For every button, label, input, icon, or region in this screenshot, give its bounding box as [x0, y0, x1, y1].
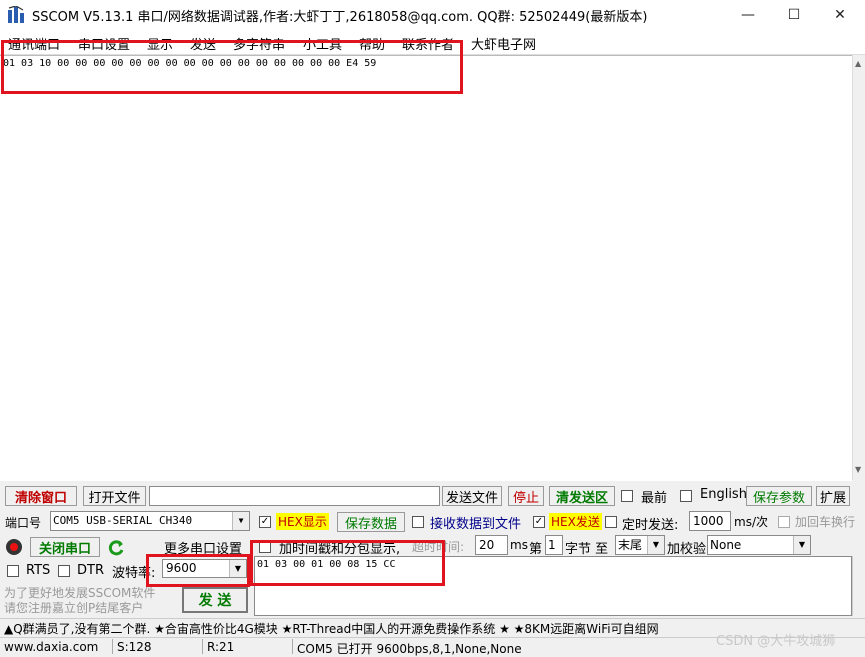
timestamp-label: 加时间戳和分包显示, [279, 542, 401, 557]
hex-send-label: HEX发送 [549, 513, 602, 530]
hex-send-checkbox[interactable]: ✓ [533, 516, 545, 528]
scroll-down-icon[interactable]: ▼ [855, 465, 861, 474]
status-divider [292, 639, 293, 654]
port-label: 端口号 [5, 516, 42, 530]
timeout-unit: ms [510, 538, 528, 552]
window-title: SSCOM V5.13.1 串口/网络数据调试器,作者:大虾丁丁,2618058… [32, 10, 648, 25]
status-divider [202, 639, 203, 654]
watermark: CSDN @大牛攻城狮 [716, 634, 836, 649]
status-sent-count: S:128 [117, 640, 152, 654]
send-button[interactable]: 发 送 [182, 587, 248, 613]
interval-unit: ms/次 [734, 515, 768, 529]
file-path-input[interactable] [149, 486, 440, 506]
send-scrollbar[interactable] [852, 556, 865, 616]
checksum-select[interactable]: None ▼ [707, 535, 811, 555]
chevron-down-icon: ▼ [229, 560, 246, 577]
timed-send-checkbox[interactable] [605, 516, 617, 528]
send-text-area[interactable]: 01 03 00 01 00 08 15 CC [254, 556, 852, 616]
byte-unit-label: 字节 至 [565, 542, 609, 557]
byte-index-label: 第 [529, 542, 543, 557]
status-received-count: R:21 [207, 640, 235, 654]
status-port-state: COM5 已打开 9600bps,8,1,None,None [297, 642, 522, 656]
app-logo-icon [8, 6, 24, 23]
close-icon: ✕ [834, 7, 846, 23]
close-port-button[interactable]: 关闭串口 [30, 537, 100, 557]
maximize-button[interactable]: ☐ [771, 0, 817, 30]
menu-send[interactable]: 发送 [190, 34, 216, 53]
end-value: 末尾 [618, 538, 643, 552]
hex-display-checkbox[interactable]: ✓ [259, 516, 271, 528]
timeout-label: 超时时间: [412, 540, 465, 554]
menu-multi-string[interactable]: 多字符串 [233, 34, 285, 53]
chevron-down-icon: ▼ [647, 536, 664, 554]
menu-comm-port[interactable]: 通讯端口 [8, 34, 60, 53]
clear-send-button[interactable]: 清发送区 [549, 486, 615, 506]
receive-data-text: 01 03 10 00 00 00 00 00 00 00 00 00 00 0… [3, 58, 377, 69]
open-file-button[interactable]: 打开文件 [83, 486, 146, 506]
scroll-up-icon[interactable]: ▲ [855, 59, 861, 68]
port-value: COM5 USB-SERIAL CH340 [53, 514, 193, 527]
send-data-text: 01 03 00 01 00 08 15 CC [257, 559, 396, 570]
menu-daxia-site[interactable]: 大虾电子网 [471, 34, 536, 53]
hex-display-label: HEX显示 [276, 513, 329, 530]
port-status-icon [6, 539, 22, 555]
timeout-input[interactable]: 20 [475, 535, 508, 555]
more-settings-link[interactable]: 更多串口设置 [164, 538, 242, 557]
topmost-checkbox[interactable] [621, 490, 633, 502]
add-crlf-checkbox[interactable] [778, 516, 790, 528]
recv-to-file-label: 接收数据到文件 [430, 517, 522, 532]
refresh-icon[interactable] [106, 538, 126, 558]
send-file-button[interactable]: 发送文件 [442, 486, 502, 506]
baud-select[interactable]: 9600 ▼ [162, 559, 247, 578]
menu-serial-settings[interactable]: 串口设置 [78, 34, 130, 53]
baud-value: 9600 [166, 561, 197, 575]
menu-contact[interactable]: 联系作者 [402, 34, 454, 53]
chevron-down-icon: ▼ [793, 536, 810, 554]
english-label: English [700, 487, 747, 502]
port-select[interactable]: COM5 USB-SERIAL CH340 ▼ [50, 511, 250, 531]
stop-button[interactable]: 停止 [508, 486, 544, 506]
rts-checkbox[interactable] [7, 565, 19, 577]
minimize-button[interactable]: — [725, 0, 771, 30]
checksum-label: 加校验 [667, 542, 707, 557]
dtr-checkbox[interactable] [58, 565, 70, 577]
close-button[interactable]: ✕ [817, 0, 863, 30]
save-params-button[interactable]: 保存参数 [746, 486, 812, 506]
topmost-label: 最前 [641, 491, 668, 506]
recv-to-file-checkbox[interactable] [412, 516, 424, 528]
english-checkbox[interactable] [680, 490, 692, 502]
promo-line-2: 请您注册嘉立创P结尾客户 [4, 601, 144, 615]
timed-send-label: 定时发送: [622, 518, 679, 533]
receive-area[interactable] [0, 55, 852, 481]
ad-text[interactable]: ▲Q群满员了,没有第二个群. ★合宙高性价比4G模块 ★RT-Thread中国人… [4, 620, 659, 637]
receive-scrollbar[interactable]: ▲ ▼ [852, 55, 865, 480]
minimize-icon: — [741, 7, 755, 23]
menu-display[interactable]: 显示 [147, 34, 173, 53]
clear-window-button[interactable]: 清除窗口 [5, 486, 77, 506]
add-crlf-label: 加回车换行 [795, 515, 856, 529]
byte-index-input[interactable]: 1 [545, 535, 563, 555]
menu-tools[interactable]: 小工具 [303, 34, 342, 53]
end-select[interactable]: 末尾 ▼ [615, 535, 665, 555]
chevron-down-icon: ▼ [232, 512, 249, 530]
checksum-value: None [710, 538, 742, 552]
maximize-icon: ☐ [787, 7, 801, 23]
interval-input[interactable]: 1000 [689, 511, 731, 531]
save-data-button[interactable]: 保存数据 [337, 512, 405, 532]
dtr-label: DTR [77, 563, 104, 578]
baud-label: 波特率: [112, 566, 156, 581]
timestamp-checkbox[interactable] [259, 541, 271, 553]
expand-button[interactable]: 扩展 [816, 486, 850, 506]
menu-help[interactable]: 帮助 [359, 34, 385, 53]
rts-label: RTS [26, 563, 51, 578]
status-website[interactable]: www.daxia.com [4, 640, 98, 654]
status-divider [112, 639, 113, 654]
